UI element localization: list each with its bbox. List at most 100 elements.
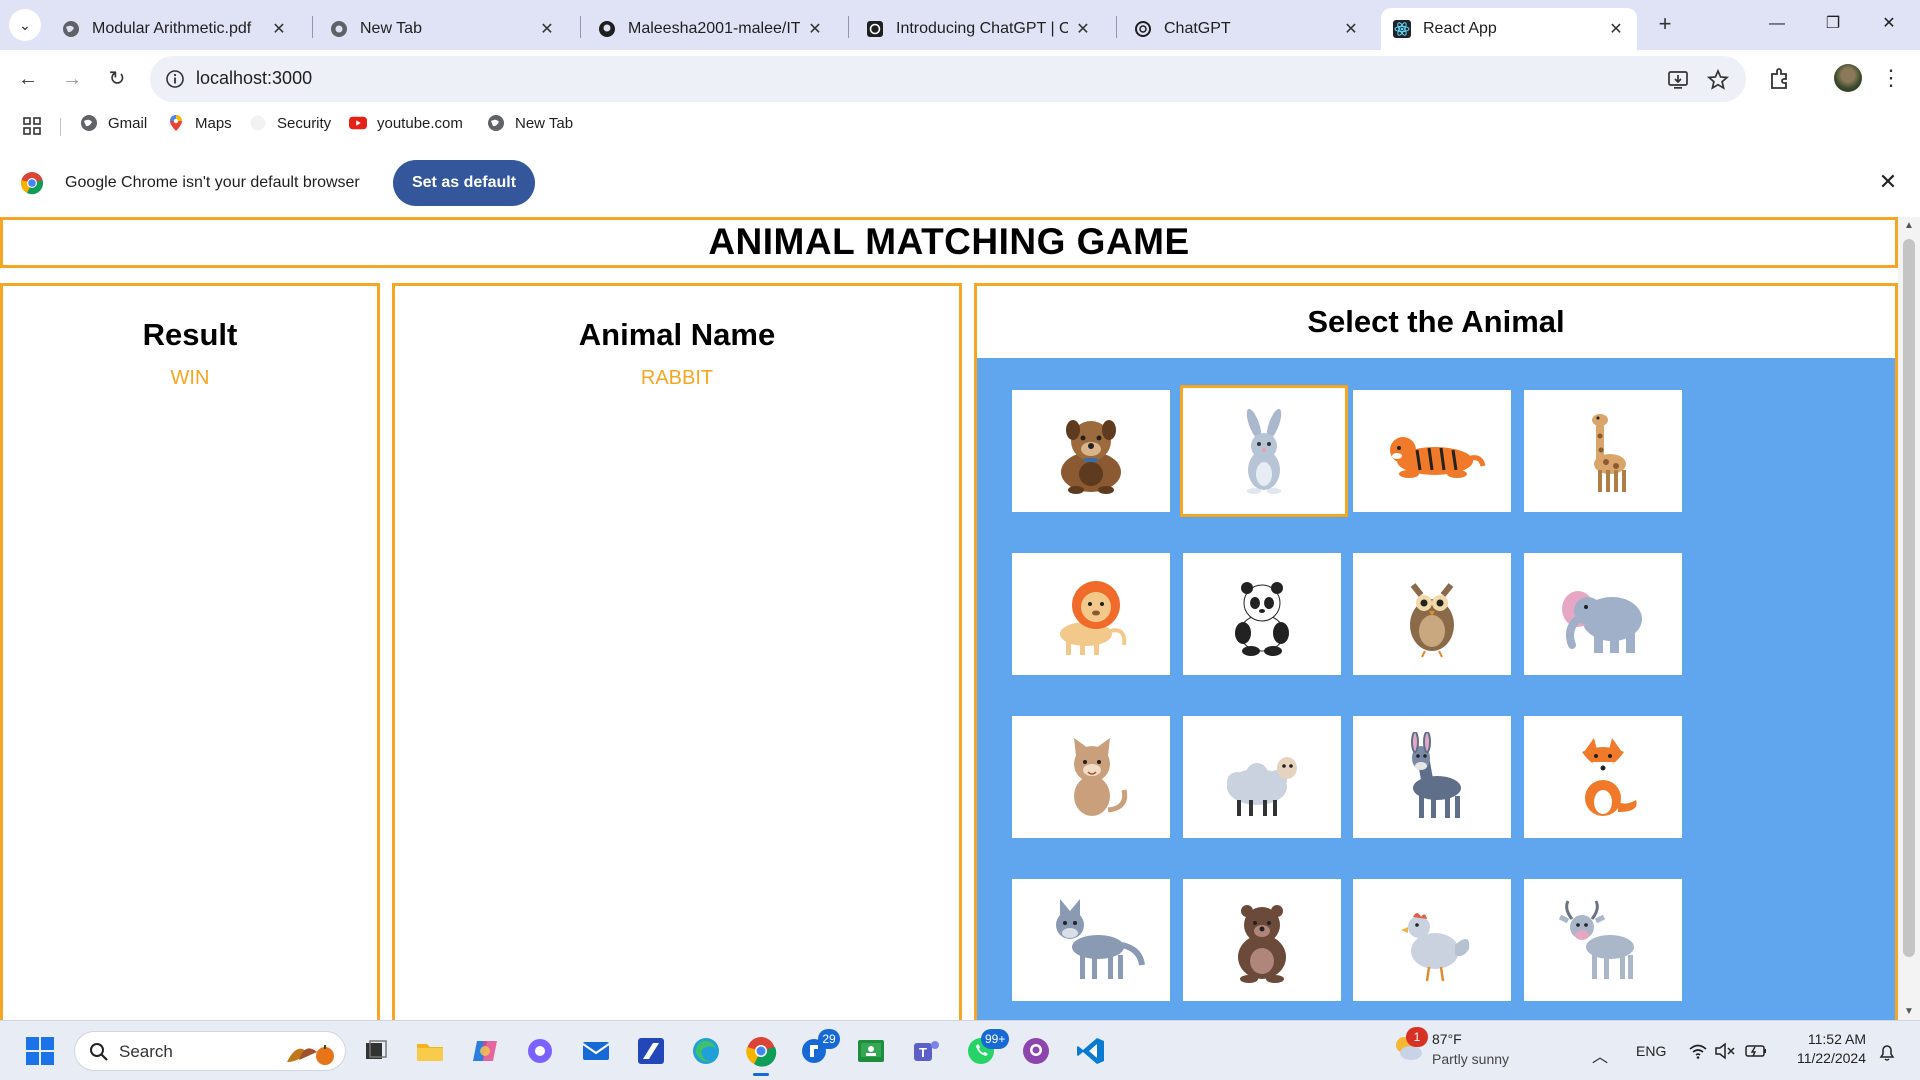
install-app-icon[interactable] — [1666, 68, 1690, 92]
result-panel: Result WIN — [0, 283, 380, 1020]
task-view-icon[interactable] — [360, 1035, 392, 1067]
svg-text:T: T — [919, 1045, 927, 1060]
reload-icon[interactable]: ↻ — [101, 63, 133, 95]
star-icon[interactable] — [1706, 68, 1730, 92]
rabbit-icon — [1246, 408, 1282, 494]
close-icon[interactable]: ✕ — [806, 19, 824, 39]
wifi-icon[interactable] — [1688, 1041, 1708, 1061]
close-icon[interactable]: ✕ — [1607, 19, 1625, 39]
close-icon[interactable]: ✕ — [270, 19, 288, 39]
site-info-icon[interactable] — [164, 68, 186, 90]
github-icon — [598, 20, 616, 38]
animal-card-rabbit[interactable] — [1180, 385, 1348, 517]
bookmark-gmail[interactable]: Gmail — [80, 114, 147, 132]
restore-button[interactable]: ❐ — [1810, 8, 1856, 40]
result-heading: Result — [142, 317, 238, 352]
windows-start-icon[interactable] — [24, 1035, 56, 1067]
dog-icon — [1061, 420, 1121, 494]
animal-card-dog[interactable] — [1012, 390, 1170, 512]
feedback-hub-icon[interactable]: 29 — [800, 1029, 840, 1067]
photos-app-icon[interactable] — [524, 1035, 556, 1067]
whatsapp-icon[interactable]: 99+ — [965, 1029, 1010, 1067]
window-close-button[interactable]: ✕ — [1866, 8, 1912, 40]
more-menu-icon[interactable]: ⋮ — [1880, 64, 1902, 92]
apps-grid-icon[interactable] — [22, 116, 42, 136]
tab-new-tab[interactable]: New Tab ✕ — [318, 8, 568, 50]
back-arrow-icon[interactable]: ← — [12, 63, 44, 95]
url-text[interactable]: localhost:3000 — [196, 68, 312, 89]
teams-icon[interactable]: T — [910, 1035, 942, 1067]
animal-card-tiger[interactable] — [1353, 390, 1511, 512]
clock-date: 11/22/2024 — [1796, 1050, 1866, 1066]
weather-widget[interactable]: 1 87°F Partly sunny — [1392, 1027, 1509, 1068]
github-desktop-icon[interactable] — [1020, 1035, 1052, 1067]
tab-introducing-chatgpt[interactable]: Introducing ChatGPT | Ope ✕ — [854, 8, 1104, 50]
select-animal-panel: Select the Animal — [974, 283, 1898, 1020]
tab-title: ChatGPT — [1164, 20, 1231, 37]
animal-card-fox[interactable] — [1524, 716, 1682, 838]
file-explorer-icon[interactable] — [414, 1035, 446, 1067]
animal-card-giraffe[interactable] — [1524, 390, 1682, 512]
tab-react-app[interactable]: React App ✕ — [1381, 8, 1637, 50]
animal-card-lion[interactable] — [1012, 553, 1170, 675]
infobar-message: Google Chrome isn't your default browser — [65, 174, 360, 191]
chrome-logo-icon — [21, 172, 43, 195]
bookmark-maps[interactable]: Maps — [167, 114, 232, 132]
animal-card-wolf[interactable] — [1012, 879, 1170, 1001]
profile-avatar[interactable] — [1834, 64, 1862, 92]
animal-card-hen[interactable] — [1353, 879, 1511, 1001]
animal-card-bear[interactable] — [1183, 879, 1341, 1001]
animal-card-donkey[interactable] — [1353, 716, 1511, 838]
system-clock[interactable]: 11:52 AM 11/22/2024 — [1786, 1031, 1866, 1066]
taskbar-search[interactable]: Search — [74, 1031, 346, 1071]
vscode-icon[interactable] — [1075, 1035, 1107, 1067]
visual-studio-icon[interactable] — [635, 1035, 667, 1067]
bookmark-security[interactable]: Security — [249, 114, 331, 132]
extensions-icon[interactable] — [1766, 65, 1794, 93]
animal-card-cat[interactable] — [1012, 716, 1170, 838]
windows-taskbar: Search 29 T 99+ 1 87°F Partly sunny ︿ EN… — [0, 1020, 1920, 1080]
speaker-muted-icon[interactable] — [1714, 1041, 1736, 1061]
elephant-icon — [1562, 591, 1642, 653]
set-as-default-button[interactable]: Set as default — [393, 160, 535, 206]
address-bar[interactable]: localhost:3000 — [150, 56, 1746, 102]
close-icon[interactable]: ✕ — [1074, 19, 1092, 39]
language-indicator[interactable]: ENG — [1636, 1043, 1666, 1059]
animal-card-owl[interactable] — [1353, 553, 1511, 675]
bookmark-label: Maps — [195, 114, 232, 132]
chrome-taskbar-icon[interactable] — [745, 1035, 777, 1076]
scrollbar-thumb[interactable] — [1903, 239, 1915, 957]
mail-icon[interactable] — [580, 1035, 612, 1067]
close-icon[interactable]: ✕ — [538, 19, 556, 39]
tab-title: Maleesha2001-malee/IT313 — [628, 20, 800, 37]
animal-card-panda[interactable] — [1183, 553, 1341, 675]
battery-charging-icon[interactable] — [1744, 1041, 1768, 1061]
select-heading: Select the Animal — [1307, 304, 1565, 339]
bookmark-new-tab[interactable]: New Tab — [487, 114, 573, 132]
close-icon[interactable]: ✕ — [1342, 19, 1360, 39]
tab-chatgpt[interactable]: ChatGPT ✕ — [1122, 8, 1372, 50]
edge-icon[interactable] — [690, 1035, 722, 1067]
animal-card-sheep[interactable] — [1183, 716, 1341, 838]
bookmark-youtube[interactable]: youtube.com — [349, 114, 463, 132]
notification-bell-icon[interactable] — [1876, 1041, 1898, 1063]
scroll-down-arrow-icon[interactable]: ▼ — [1898, 1006, 1920, 1017]
tab-search-button[interactable]: ⌄ — [9, 9, 41, 41]
tab-modular-arithmetic[interactable]: Modular Arithmetic.pdf ✕ — [50, 8, 300, 50]
tab-divider — [1116, 16, 1117, 38]
chevron-up-icon[interactable]: ︿ — [1592, 1043, 1608, 1067]
autumn-leaves-icon — [287, 1045, 334, 1065]
page-scrollbar[interactable]: ▲ ▼ — [1898, 217, 1920, 1020]
notification-badge: 29 — [818, 1029, 840, 1049]
tab-github-repo[interactable]: Maleesha2001-malee/IT313 ✕ — [586, 8, 836, 50]
copilot-icon[interactable] — [469, 1035, 501, 1067]
classroom-icon[interactable] — [855, 1035, 887, 1067]
animal-card-elephant[interactable] — [1524, 553, 1682, 675]
minimize-button[interactable]: — — [1754, 8, 1800, 40]
new-tab-button[interactable]: + — [1651, 11, 1679, 39]
animal-card-cow[interactable] — [1524, 879, 1682, 1001]
forward-arrow-icon[interactable]: → — [56, 63, 88, 95]
animal-name-panel: Animal Name RABBIT — [392, 283, 962, 1020]
scroll-up-arrow-icon[interactable]: ▲ — [1898, 220, 1920, 231]
close-icon[interactable]: ✕ — [1876, 170, 1900, 194]
